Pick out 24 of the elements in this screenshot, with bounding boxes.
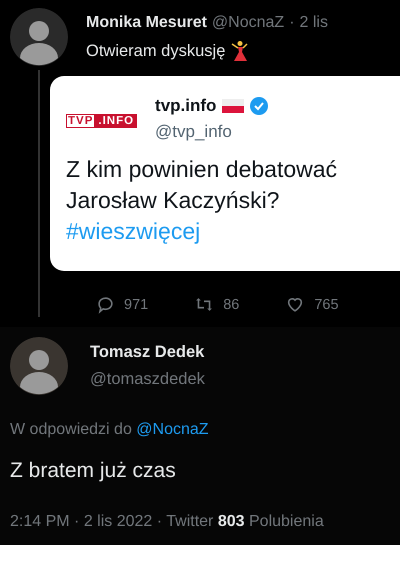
tvp-info-logo: TVP .INFO [66,114,138,128]
reply-author-name[interactable]: Tomasz Dedek [90,343,205,362]
quoted-author-handle: @tvp_info [155,122,233,142]
tweet-text: Otwieram dyskusję [86,42,226,60]
reply-icon[interactable] [96,295,115,314]
in-reply-to-text: W odpowiedzi do @NocnaZ [10,421,210,439]
retweet-count: 86 [223,296,240,312]
avatar[interactable] [10,337,68,395]
mention-link[interactable]: @NocnaZ [136,421,209,438]
quoted-tweet-card[interactable]: TVP .INFO tvp.info @tvp_info Z kim powinien debatować Jarosław Kaczyński? #wieszwięcej [50,76,400,271]
flag-icon [222,99,244,113]
reply-count: 971 [124,296,148,312]
like-count: 765 [314,296,339,312]
avatar[interactable] [10,8,68,66]
dancer-icon [229,40,250,62]
quoted-author-name: tvp.info [155,96,216,116]
author-handle: @NocnaZ [212,14,284,32]
reply-author-handle: @tomaszdedek [90,370,205,389]
quoted-tweet-text: Z kim powinien debatować Jarosław Kaczyński? [66,155,338,215]
author-name[interactable]: Monika Mesuret [86,14,207,32]
separator: · [289,14,295,32]
tweet-meta: 2:14 PM · 2 lis 2022 · Twitter 803 Polubienia [10,513,325,531]
reply-text: Z bratem już czas [10,459,177,483]
tweet-time: 2 lis [300,14,328,32]
